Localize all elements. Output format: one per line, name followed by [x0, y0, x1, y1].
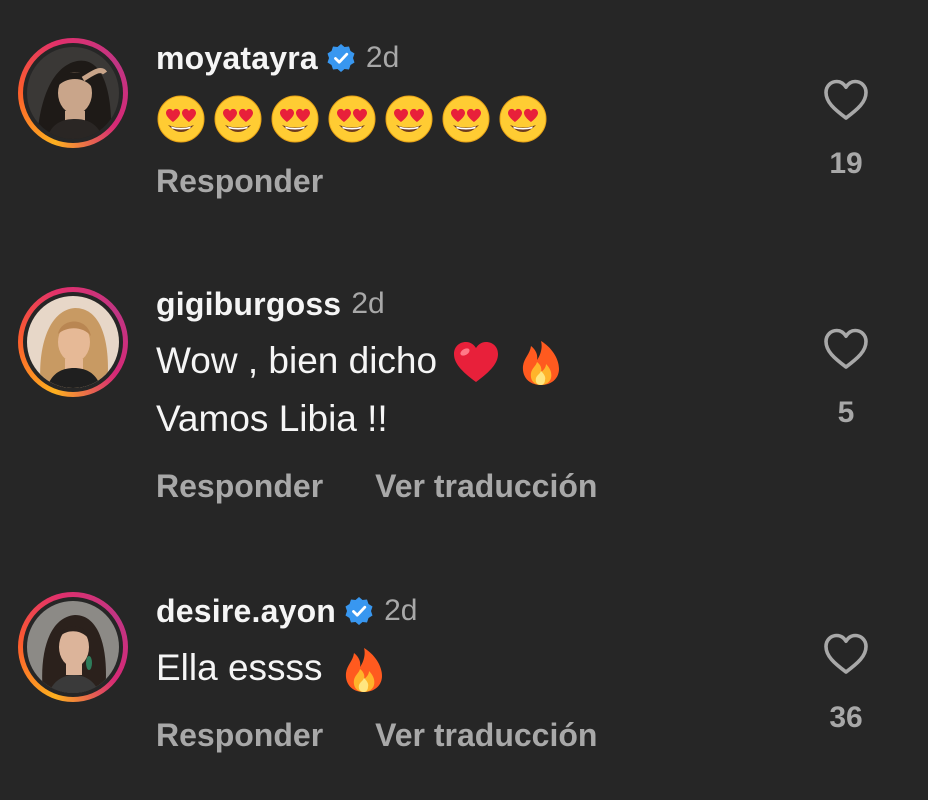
comment-text-line: Ella essss	[156, 639, 396, 697]
heart-eyes-emoji	[441, 94, 491, 144]
reply-button[interactable]: Responder	[156, 468, 323, 505]
comment-text-line-1: Ella essss	[156, 647, 323, 688]
comment-header: moyatayra 2d	[156, 38, 399, 78]
heart-eyes-emoji	[498, 94, 548, 144]
comment-text-line-1: Wow , bien dicho	[156, 340, 438, 381]
like-count: 5	[837, 396, 855, 429]
avatar-story-ring[interactable]	[18, 38, 128, 148]
red-heart-emoji	[451, 338, 501, 388]
heart-outline-icon[interactable]	[822, 327, 870, 371]
avatar[interactable]	[27, 601, 119, 693]
heart-eyes-emoji	[156, 94, 206, 144]
like-section: 36	[822, 632, 870, 735]
comment-timestamp: 2d	[351, 287, 385, 320]
heart-outline-icon[interactable]	[822, 632, 870, 676]
comment-text-line: Wow , bien dicho	[156, 332, 573, 390]
like-section: 19	[822, 78, 870, 181]
see-translation-button[interactable]: Ver traducción	[375, 468, 597, 505]
verified-badge-icon	[326, 43, 356, 73]
verified-badge-icon	[344, 596, 374, 626]
heart-outline-icon[interactable]	[822, 78, 870, 122]
avatar[interactable]	[27, 296, 119, 388]
comment-actions: Responder Ver traducción	[156, 715, 649, 755]
comment-timestamp: 2d	[384, 594, 418, 627]
heart-eyes-emoji	[384, 94, 434, 144]
see-translation-button[interactable]: Ver traducción	[375, 717, 597, 754]
heart-eyes-emoji	[270, 94, 320, 144]
heart-eyes-emoji	[327, 94, 377, 144]
username[interactable]: desire.ayon	[156, 593, 336, 630]
fire-emoji	[516, 338, 566, 388]
avatar[interactable]	[27, 47, 119, 139]
comment-text: Wow , bien dicho Vamos Libia !!	[156, 332, 573, 448]
username[interactable]: moyatayra	[156, 40, 318, 77]
comment-text: Ella essss	[156, 639, 396, 697]
comment-actions: Responder Ver traducción	[156, 466, 649, 506]
heart-eyes-emoji	[213, 94, 263, 144]
comment-text-line-2: Vamos Libia !!	[156, 398, 388, 439]
like-section: 5	[822, 327, 870, 430]
comment-text	[156, 88, 555, 146]
avatar-story-ring[interactable]	[18, 287, 128, 397]
reply-button[interactable]: Responder	[156, 717, 323, 754]
avatar-story-ring[interactable]	[18, 592, 128, 702]
like-count: 36	[829, 701, 863, 734]
fire-emoji	[339, 645, 389, 695]
reply-button[interactable]: Responder	[156, 163, 323, 200]
comment-header: desire.ayon 2d	[156, 591, 417, 631]
username[interactable]: gigiburgoss	[156, 286, 341, 323]
comment-header: gigiburgoss 2d	[156, 284, 385, 324]
comment-timestamp: 2d	[365, 41, 400, 74]
comment-actions: Responder	[156, 161, 375, 201]
like-count: 19	[829, 147, 863, 180]
